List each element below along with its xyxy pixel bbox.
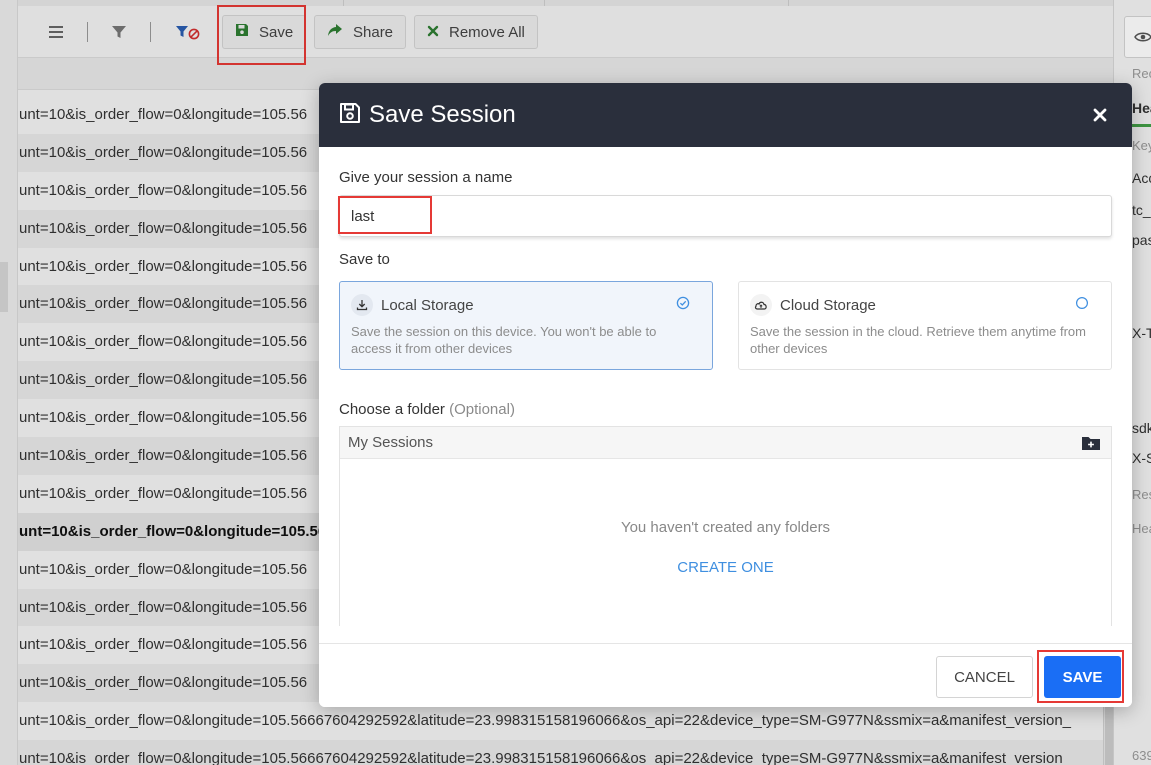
folder-root-label: My Sessions	[348, 434, 434, 451]
cloud-storage-option[interactable]: Cloud Storage Save the session in the cl…	[738, 281, 1112, 370]
save-to-label: Save to	[339, 251, 390, 268]
dialog-title: Save Session	[369, 101, 516, 128]
local-storage-option[interactable]: Local Storage Save the session on this d…	[339, 281, 713, 370]
local-storage-title: Local Storage	[381, 296, 474, 314]
radio-icon	[1075, 296, 1089, 310]
download-icon	[351, 294, 373, 316]
folder-optional-text: (Optional)	[449, 401, 515, 418]
cloud-icon	[750, 294, 772, 316]
session-name-label: Give your session a name	[339, 169, 513, 186]
save-session-dialog: Save Session Give your session a name Sa…	[319, 83, 1132, 707]
local-storage-description: Save the session on this device. You won…	[351, 324, 657, 356]
folder-picker: My Sessions You haven't created any fold…	[339, 426, 1112, 626]
cloud-storage-description: Save the session in the cloud. Retrieve …	[750, 324, 1086, 356]
empty-folders-message: You haven't created any folders	[620, 519, 831, 536]
cancel-button[interactable]: CANCEL	[936, 656, 1033, 698]
dialog-footer: CANCEL SAVE	[319, 643, 1132, 707]
floppy-disk-icon	[339, 102, 361, 129]
folder-label-text: Choose a folder	[339, 401, 445, 418]
check-circle-icon	[676, 296, 690, 310]
save-session-button[interactable]: SAVE	[1044, 656, 1121, 698]
folder-root-row[interactable]: My Sessions	[340, 427, 1111, 459]
cloud-storage-title: Cloud Storage	[780, 296, 876, 314]
dialog-header: Save Session	[319, 83, 1132, 147]
close-icon[interactable]	[1088, 103, 1112, 127]
session-name-input[interactable]	[339, 195, 1112, 237]
create-folder-link[interactable]: CREATE ONE	[340, 559, 1111, 576]
folder-label: Choose a folder (Optional)	[339, 401, 515, 418]
add-folder-icon[interactable]	[1081, 435, 1101, 451]
